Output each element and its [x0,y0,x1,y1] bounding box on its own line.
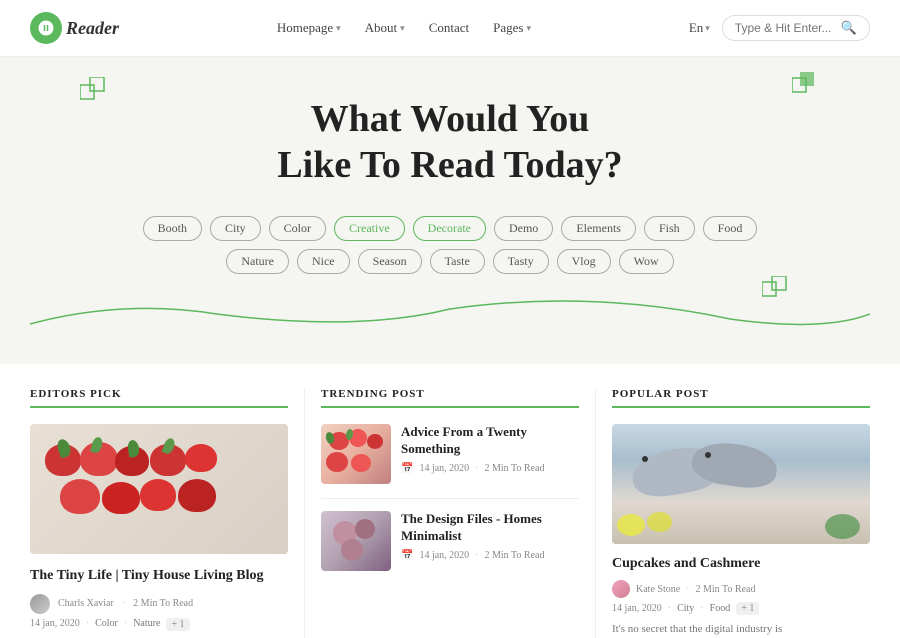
nav-homepage[interactable]: Homepage ▾ [277,20,341,36]
nav-pages[interactable]: Pages ▾ [493,20,531,36]
popular-post-read-time: 2 Min To Read [696,584,756,595]
popular-post-author: Kate Stone [636,584,680,595]
tag-city[interactable]: City [210,216,261,241]
trending-meta-2: 📅 14 jan, 2020 · 2 Min To Read [401,550,579,561]
calendar-icon-2: 📅 [401,550,413,561]
editors-pick-title: EDITORS PICK [30,388,288,400]
tag-taste[interactable]: Taste [430,249,485,274]
calendar-icon-1: 📅 [401,463,413,474]
trending-read-time-1: 2 Min To Read [485,463,545,474]
tag-creative[interactable]: Creative [334,216,405,241]
deco-squares-topright [792,72,820,105]
logo[interactable]: Reader [30,12,119,44]
popular-post-tags: 14 jan, 2020 · City · Food + 1 [612,602,870,615]
trending-date-1: 14 jan, 2020 [419,463,469,474]
trending-meta-1: 📅 14 jan, 2020 · 2 Min To Read [401,463,579,474]
logo-icon [30,12,62,44]
tags-row2: Nature Nice Season Taste Tasty Vlog Wow [30,249,870,274]
trending-thumb-2 [321,511,391,571]
popular-tag-extra: + 1 [736,602,759,615]
trending-thumb-1 [321,424,391,484]
editors-pick-date: 14 jan, 2020 [30,618,80,631]
navbar: Reader Homepage ▾ About ▾ Contact Pages … [0,0,900,57]
tag-decorate[interactable]: Decorate [413,216,486,241]
editors-pick-image [30,424,288,554]
main-sections: EDITORS PICK The Tiny Life | Tin [0,364,900,638]
tag-elements[interactable]: Elements [561,216,636,241]
trending-content-2: The Design Files - Homes Minimalist 📅 14… [401,511,579,571]
trending-content-1: Advice From a Twenty Something 📅 14 jan,… [401,424,579,484]
pages-chevron-icon: ▾ [526,23,531,34]
tags-row1: Booth City Color Creative Decorate Demo Elemen… [30,216,870,241]
language-selector[interactable]: En ▾ [689,20,710,36]
nav-about[interactable]: About ▾ [365,20,405,36]
hero-title: What Would You Like To Read Today? [30,97,870,188]
popular-post-post-title[interactable]: Cupcakes and Cashmere [612,556,870,572]
wave-decoration [30,294,870,334]
trending-date-2: 14 jan, 2020 [419,550,469,561]
trending-title-2[interactable]: The Design Files - Homes Minimalist [401,511,579,545]
editors-pick-section: EDITORS PICK The Tiny Life | Tin [30,388,304,638]
popular-post-underline [612,406,870,408]
trending-post-section: TRENDING POST Advice From a Twenty Somet… [304,388,595,638]
tag-color[interactable]: Color [95,618,118,631]
tag-demo[interactable]: Demo [494,216,553,241]
tag-nature[interactable]: Nature [133,618,160,631]
tag-color[interactable]: Color [269,216,326,241]
trending-post-underline [321,406,579,408]
tag-tasty[interactable]: Tasty [493,249,549,274]
popular-post-description: It's no secret that the digital industry… [612,621,870,638]
search-icon[interactable]: 🔍 [841,20,857,36]
trending-item-2: The Design Files - Homes Minimalist 📅 14… [321,511,579,571]
popular-tag-city[interactable]: City [677,603,694,614]
hero-section: What Would You Like To Read Today? Booth… [0,57,900,364]
tag-fish[interactable]: Fish [644,216,695,241]
search-box[interactable]: 🔍 [722,15,870,41]
popular-tag-food[interactable]: Food [710,603,731,614]
about-chevron-icon: ▾ [400,23,405,34]
trending-divider [321,498,579,499]
popular-post-meta: Kate Stone · 2 Min To Read [612,580,870,598]
editors-pick-meta: Charls Xaviar · 2 Min To Read [30,594,288,614]
popular-post-date: 14 jan, 2020 [612,603,662,614]
trending-title-1[interactable]: Advice From a Twenty Something [401,424,579,458]
deco-squares-topleft [80,77,110,112]
editors-pick-post-title[interactable]: The Tiny Life | Tiny House Living Blog [30,566,288,586]
tag-food[interactable]: Food [703,216,758,241]
editors-pick-underline [30,406,288,408]
popular-post-section: POPULAR POST Cupcakes and Cashmere Kate [595,388,870,638]
editors-pick-tags: 14 jan, 2020 · Color · Nature + 1 [30,618,288,631]
nav-links: Homepage ▾ About ▾ Contact Pages ▾ [277,20,531,36]
search-input[interactable] [735,21,835,35]
tag-booth[interactable]: Booth [143,216,202,241]
nav-right: En ▾ 🔍 [689,15,870,41]
popular-post-avatar [612,580,630,598]
lang-chevron-icon: ▾ [705,23,710,34]
editors-pick-avatar [30,594,50,614]
tag-extra: + 1 [166,618,189,631]
nav-contact[interactable]: Contact [429,20,469,36]
tag-vlog[interactable]: Vlog [557,249,611,274]
tag-nice[interactable]: Nice [297,249,350,274]
popular-post-image [612,424,870,544]
popular-post-title: POPULAR POST [612,388,870,400]
tag-wow[interactable]: Wow [619,249,674,274]
trending-post-title: TRENDING POST [321,388,579,400]
homepage-chevron-icon: ▾ [336,23,341,34]
trending-item-1: Advice From a Twenty Something 📅 14 jan,… [321,424,579,484]
trending-read-time-2: 2 Min To Read [485,550,545,561]
tag-season[interactable]: Season [358,249,422,274]
logo-text: Reader [66,18,119,39]
tag-nature[interactable]: Nature [226,249,289,274]
